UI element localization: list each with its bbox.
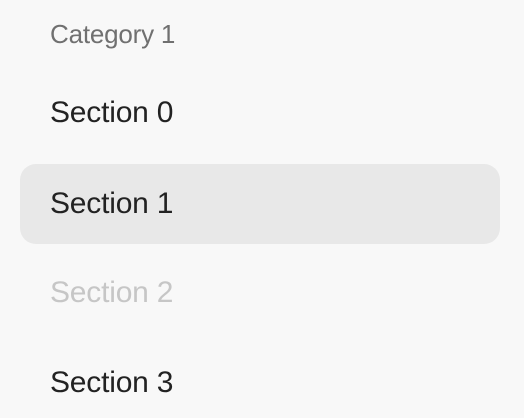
nav-item-section-1[interactable]: Section 1 <box>20 164 500 244</box>
nav-item-label: Section 0 <box>50 96 174 129</box>
nav-item-section-0[interactable]: Section 0 <box>20 73 500 153</box>
nav-item-section-2: Section 2 <box>20 253 500 333</box>
nav-item-label: Section 3 <box>50 366 174 399</box>
nav-item-section-3[interactable]: Section 3 <box>20 343 500 418</box>
side-navigation: Category 1 Section 0 Section 1 Section 2… <box>0 0 524 418</box>
nav-item-label: Section 2 <box>50 276 174 309</box>
nav-item-label: Section 1 <box>50 187 174 220</box>
category-heading: Category 1 <box>50 19 176 49</box>
